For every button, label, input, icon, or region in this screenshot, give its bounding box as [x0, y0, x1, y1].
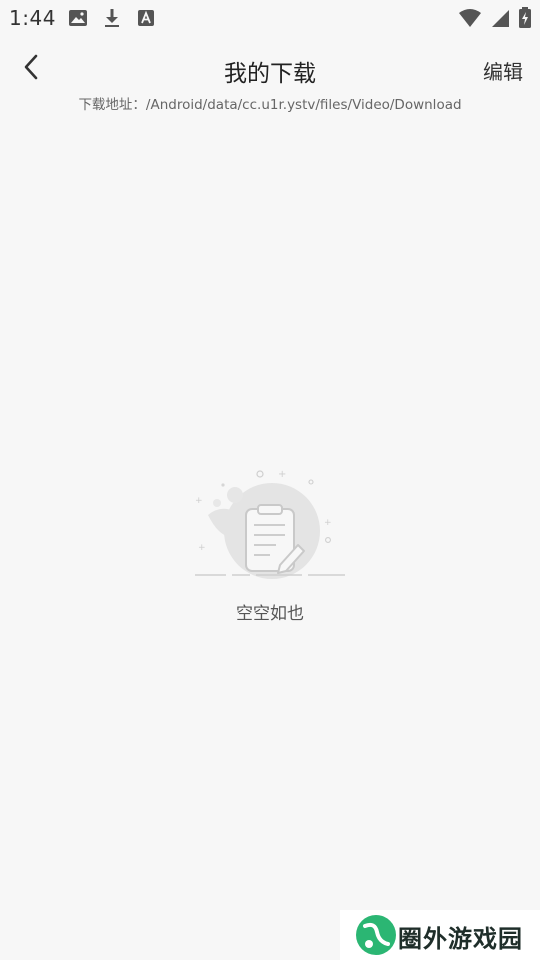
- svg-text:+: +: [324, 518, 332, 528]
- empty-state: + + + + 空空如也: [0, 465, 540, 635]
- header: 我的下载 编辑 下载地址：/Android/data/cc.u1r.ystv/f…: [0, 40, 540, 120]
- watermark-logo-icon: [355, 914, 397, 960]
- watermark: 圈外游戏园: [340, 910, 540, 960]
- status-time: 1:44: [9, 6, 56, 30]
- page-title: 我的下载: [224, 61, 316, 87]
- empty-message: 空空如也: [236, 604, 304, 624]
- svg-text:+: +: [278, 469, 286, 480]
- image-icon: [68, 8, 88, 32]
- svg-text:+: +: [195, 496, 203, 506]
- signal-icon: [490, 8, 510, 32]
- status-icons-right: [458, 7, 532, 33]
- font-icon: [136, 8, 156, 32]
- download-icon: [102, 8, 122, 32]
- status-bar: 1:44: [0, 0, 540, 36]
- wifi-icon: [458, 8, 482, 32]
- clipboard-edit-icon: + + + +: [190, 465, 350, 580]
- svg-text:+: +: [198, 543, 206, 553]
- download-path: 下载地址：/Android/data/cc.u1r.ystv/files/Vid…: [78, 97, 462, 113]
- battery-icon: [518, 7, 532, 33]
- edit-button[interactable]: 编辑: [483, 56, 523, 85]
- watermark-text: 圈外游戏园: [398, 925, 523, 953]
- status-icons-left: [68, 8, 156, 32]
